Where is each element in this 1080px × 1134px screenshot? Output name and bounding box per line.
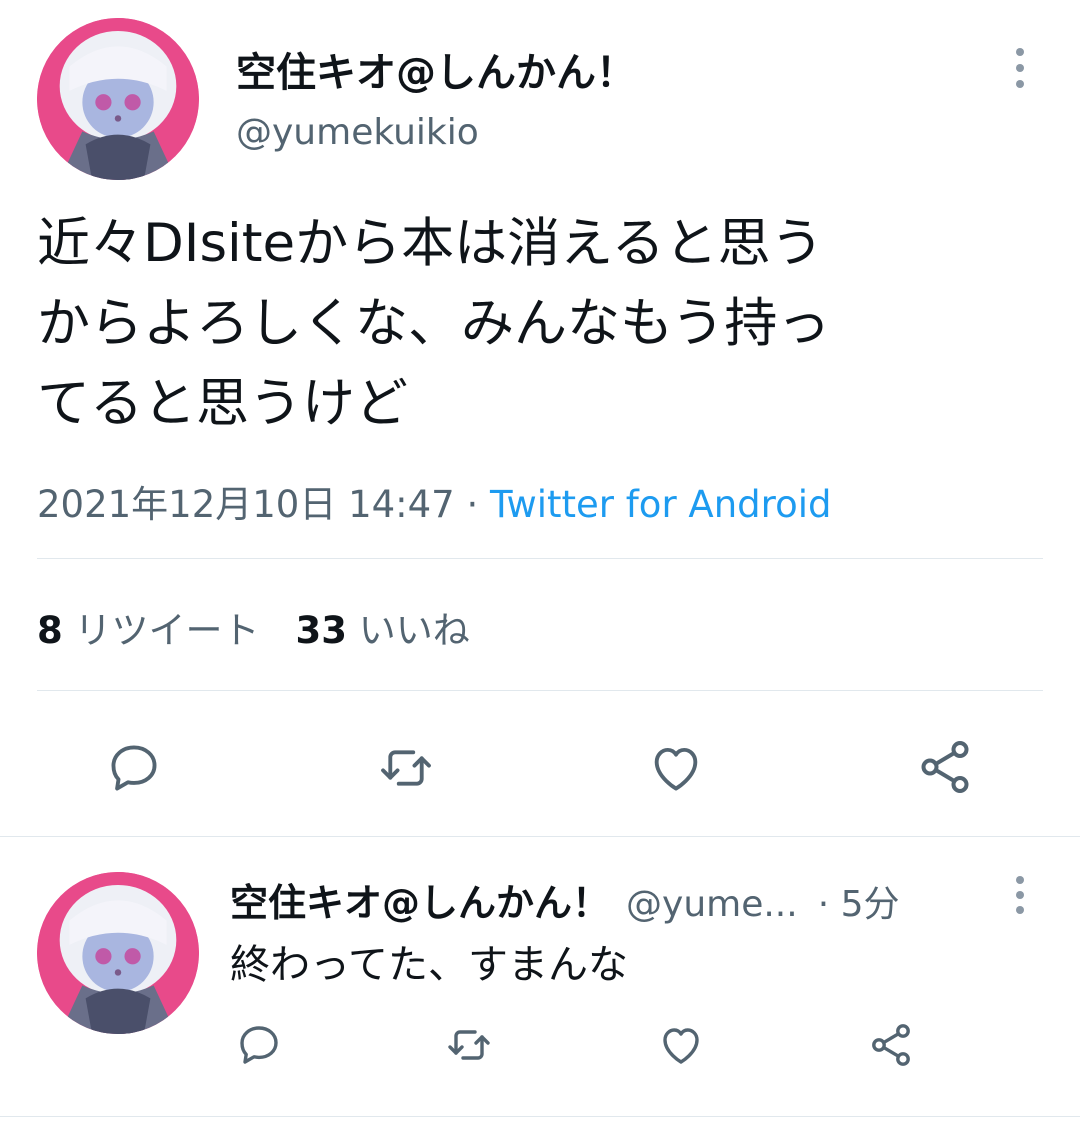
share-icon[interactable] (866, 1020, 916, 1070)
source-link[interactable]: Twitter for Android (490, 483, 831, 526)
avatar-image (37, 18, 199, 180)
share-icon[interactable] (914, 736, 976, 798)
heart-icon[interactable] (646, 738, 706, 798)
user-handle[interactable]: @yumekuikio (236, 112, 479, 153)
meta-separator: · (454, 483, 491, 526)
tweet-text: 近々DIsiteから本は消えると思う からよろしくな、みんなもう持っ てると思う… (37, 204, 1047, 444)
retweet-icon[interactable] (374, 738, 438, 798)
reply-icon[interactable] (234, 1020, 284, 1070)
reply-time[interactable]: · 5分 (818, 884, 900, 925)
like-count: 33 (295, 609, 348, 652)
timestamp[interactable]: 2021年12月10日 14:47 (37, 483, 455, 526)
retweet-stat[interactable]: 8 リツイート (37, 609, 260, 652)
avatar[interactable] (37, 18, 199, 180)
more-vertical-icon[interactable] (1000, 40, 1040, 96)
retweet-count: 8 (37, 609, 63, 652)
reply-header: 空住キオ@しんかん！ @yume... · 5分 (230, 872, 899, 927)
divider (37, 690, 1043, 691)
avatar[interactable] (37, 872, 199, 1034)
tweet-text-line: からよろしくな、みんなもう持っ (37, 293, 831, 354)
heart-icon[interactable] (656, 1020, 706, 1070)
user-handle[interactable]: @yume... (626, 884, 798, 925)
more-vertical-icon[interactable] (1000, 874, 1040, 916)
reply-icon[interactable] (104, 738, 164, 798)
divider (0, 1116, 1080, 1117)
engagement-stats: 8 リツイート 33 いいね (37, 600, 470, 654)
tweet-text-line: てると思うけど (37, 373, 408, 434)
tweet-text-line: 近々DIsiteから本は消えると思う (37, 213, 824, 274)
tweet-meta: 2021年12月10日 14:47 · Twitter for Android (37, 474, 831, 528)
like-stat[interactable]: 33 いいね (296, 609, 470, 652)
retweet-icon[interactable] (442, 1020, 496, 1070)
display-name[interactable]: 空住キオ@しんかん！ (236, 40, 636, 98)
display-name[interactable]: 空住キオ@しんかん！ (230, 881, 610, 925)
avatar-image (37, 872, 199, 1034)
divider (0, 836, 1080, 837)
divider (37, 558, 1043, 559)
retweet-label: リツイート (74, 609, 260, 652)
like-label: いいね (358, 609, 470, 652)
reply-text: 終わってた、すまんな (230, 942, 628, 988)
